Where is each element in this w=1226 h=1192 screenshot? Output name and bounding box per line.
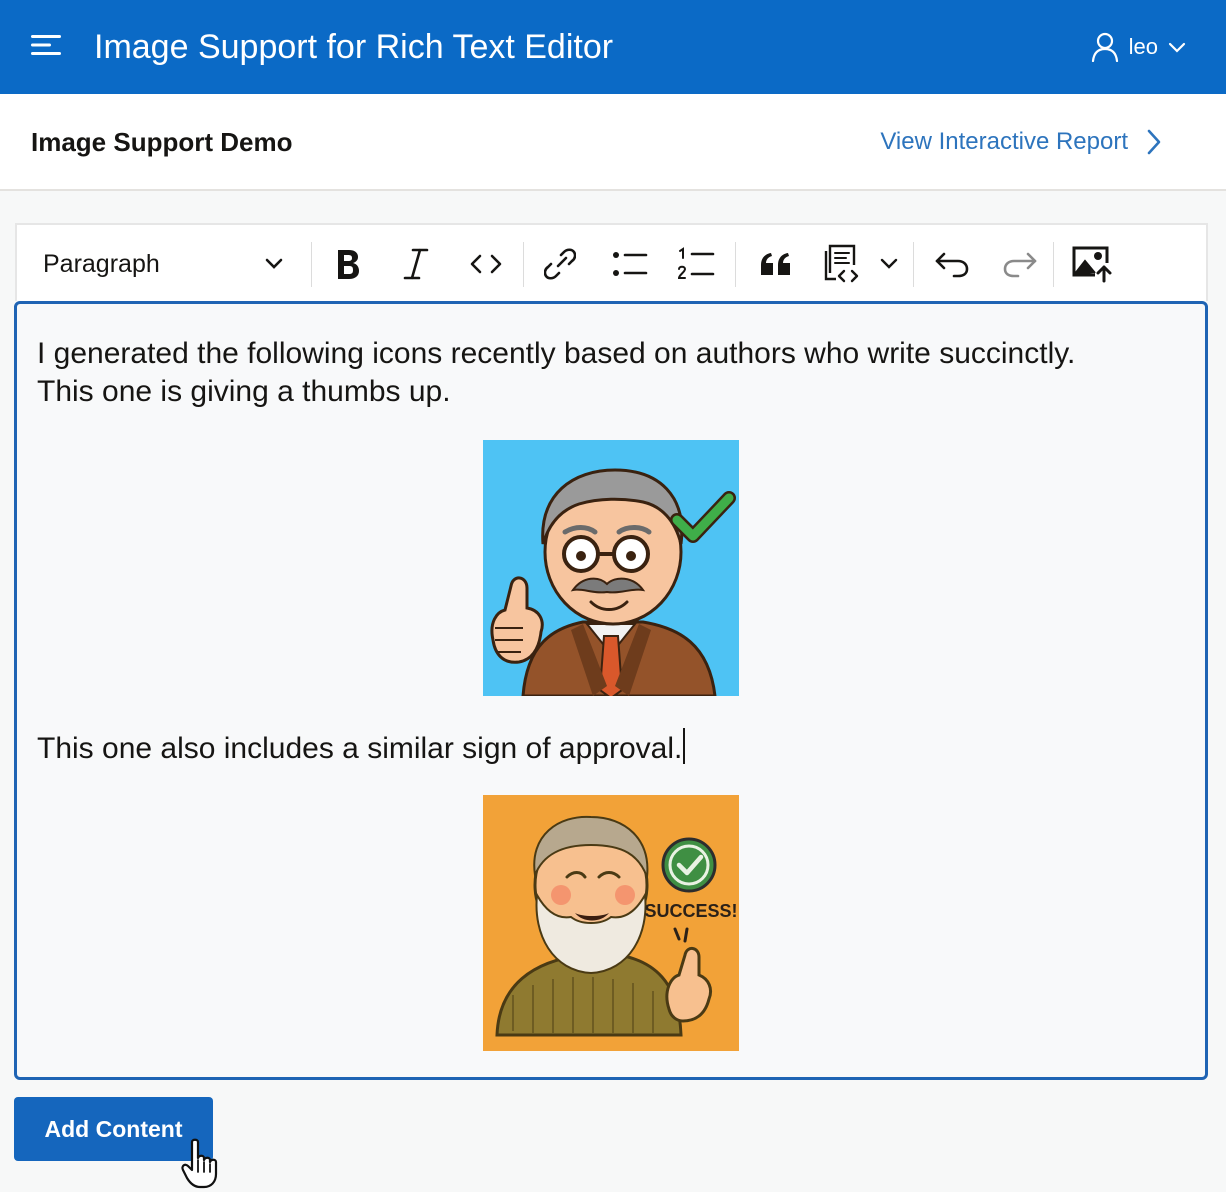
user-icon — [1091, 32, 1118, 62]
professor-thumbs-up-illustration — [483, 440, 739, 696]
code-block-icon — [824, 244, 859, 283]
toolbar-divider — [735, 242, 736, 287]
region-header: Image Support Demo View Interactive Repo… — [0, 94, 1226, 191]
user-name: leo — [1128, 34, 1158, 59]
app-header: Image Support for Rich Text Editor leo — [0, 0, 1226, 94]
toolbar-divider — [311, 242, 312, 287]
code-icon — [470, 254, 502, 274]
editor-toolbar: Paragraph — [15, 223, 1208, 301]
chevron-down-icon — [265, 258, 283, 269]
paragraph-2: This one also includes a similar sign of… — [37, 728, 686, 768]
numbered-list-icon — [677, 247, 715, 279]
menu-icon[interactable] — [28, 30, 64, 60]
format-select[interactable]: Paragraph — [17, 225, 309, 303]
quote-icon — [761, 253, 790, 275]
chevron-down-icon — [880, 258, 898, 269]
image-upload-icon — [1072, 246, 1112, 283]
toolbar-divider — [913, 242, 914, 287]
italic-icon — [403, 248, 429, 280]
text-cursor — [683, 728, 686, 764]
toolbar-divider — [1053, 242, 1054, 287]
bulleted-list-button[interactable] — [605, 225, 655, 303]
italic-button[interactable] — [391, 225, 441, 303]
paragraph-1-line-1: I generated the following icons recently… — [37, 337, 1076, 370]
hand-pointer-cursor-icon — [181, 1138, 218, 1189]
bold-icon — [338, 250, 359, 279]
undo-icon — [935, 252, 969, 278]
embedded-image-1[interactable] — [483, 440, 739, 696]
view-report-label: View Interactive Report — [880, 128, 1128, 155]
toolbar-divider — [523, 242, 524, 287]
paragraph-2-text: This one also includes a similar sign of… — [37, 732, 683, 765]
upload-image-button[interactable] — [1067, 225, 1117, 303]
region-title: Image Support Demo — [31, 127, 293, 157]
chevron-right-icon — [1147, 129, 1161, 155]
chevron-down-icon — [1168, 42, 1186, 53]
link-icon — [544, 248, 576, 280]
code-block-language-dropdown[interactable] — [875, 225, 903, 303]
bulleted-list-icon — [613, 252, 648, 276]
view-report-link[interactable]: View Interactive Report — [880, 125, 1162, 159]
app-title: Image Support for Rich Text Editor — [94, 28, 614, 66]
code-button[interactable] — [461, 225, 511, 303]
rich-text-editor[interactable]: I generated the following icons recently… — [14, 301, 1208, 1080]
embedded-image-2[interactable]: SUCCESS! — [483, 795, 739, 1051]
bearded-man-success-illustration: SUCCESS! — [483, 795, 739, 1051]
format-select-value: Paragraph — [43, 249, 160, 278]
paragraph-1-line-2: This one is giving a thumbs up. — [37, 375, 451, 408]
redo-icon — [1003, 252, 1037, 278]
success-caption: SUCCESS! — [644, 901, 737, 921]
numbered-list-button[interactable] — [671, 225, 721, 303]
blockquote-button[interactable] — [751, 225, 801, 303]
redo-button[interactable] — [995, 225, 1045, 303]
insert-code-block-button[interactable] — [817, 225, 867, 303]
bold-button[interactable] — [323, 225, 373, 303]
user-menu[interactable]: leo — [1091, 30, 1186, 64]
link-button[interactable] — [535, 225, 585, 303]
undo-button[interactable] — [927, 225, 977, 303]
